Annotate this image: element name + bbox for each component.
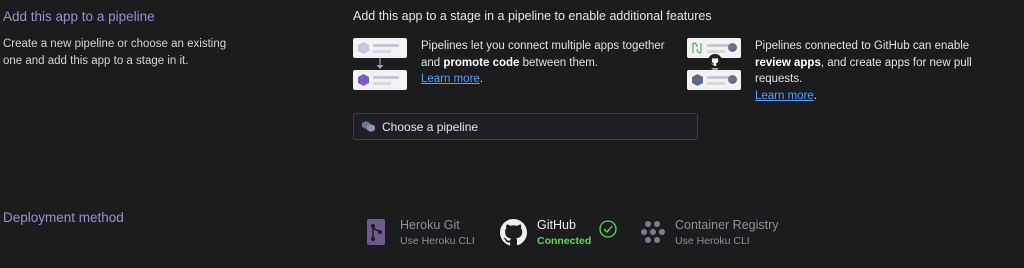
connected-status: Connected: [537, 235, 592, 247]
feature-promote-text: Pipelines let you connect multiple apps …: [421, 40, 665, 85]
method-name: GitHub: [537, 218, 576, 232]
check-circle-icon: [599, 220, 617, 238]
choose-pipeline-label: Choose a pipeline: [382, 119, 479, 134]
github-icon: [500, 218, 527, 245]
learn-more-link[interactable]: Learn more: [755, 90, 814, 102]
promote-diagram-icon: [353, 38, 407, 90]
feature-review-apps-text: Pipelines connected to GitHub can enable…: [755, 40, 972, 102]
feature-review-apps: Pipelines connected to GitHub can enable…: [687, 38, 1005, 104]
learn-more-link[interactable]: Learn more: [421, 73, 480, 85]
pipeline-features-title: Add this app to a stage in a pipeline to…: [353, 9, 712, 23]
heroku-git-icon: [367, 219, 385, 245]
method-container-registry[interactable]: Container Registry Use Heroku CLI: [640, 217, 779, 247]
method-name: Heroku Git: [400, 218, 460, 232]
method-github[interactable]: GitHub Connected: [500, 217, 617, 247]
choose-pipeline-select[interactable]: Choose a pipeline: [353, 113, 698, 140]
container-registry-icon: [641, 221, 665, 243]
deployment-section-title: Deployment method: [3, 210, 124, 225]
method-heroku-git[interactable]: Heroku Git Use Heroku CLI: [362, 217, 475, 247]
feature-promote-code: Pipelines let you connect multiple apps …: [353, 38, 671, 90]
pipeline-icon: [362, 120, 375, 132]
method-sub: Use Heroku CLI: [400, 235, 475, 247]
method-sub: Use Heroku CLI: [675, 235, 750, 247]
pipeline-section-title: Add this app to a pipeline: [3, 9, 155, 24]
pipeline-section-description: Create a new pipeline or choose an exist…: [3, 38, 227, 67]
method-name: Container Registry: [675, 218, 779, 232]
review-apps-diagram-icon: [687, 38, 741, 90]
